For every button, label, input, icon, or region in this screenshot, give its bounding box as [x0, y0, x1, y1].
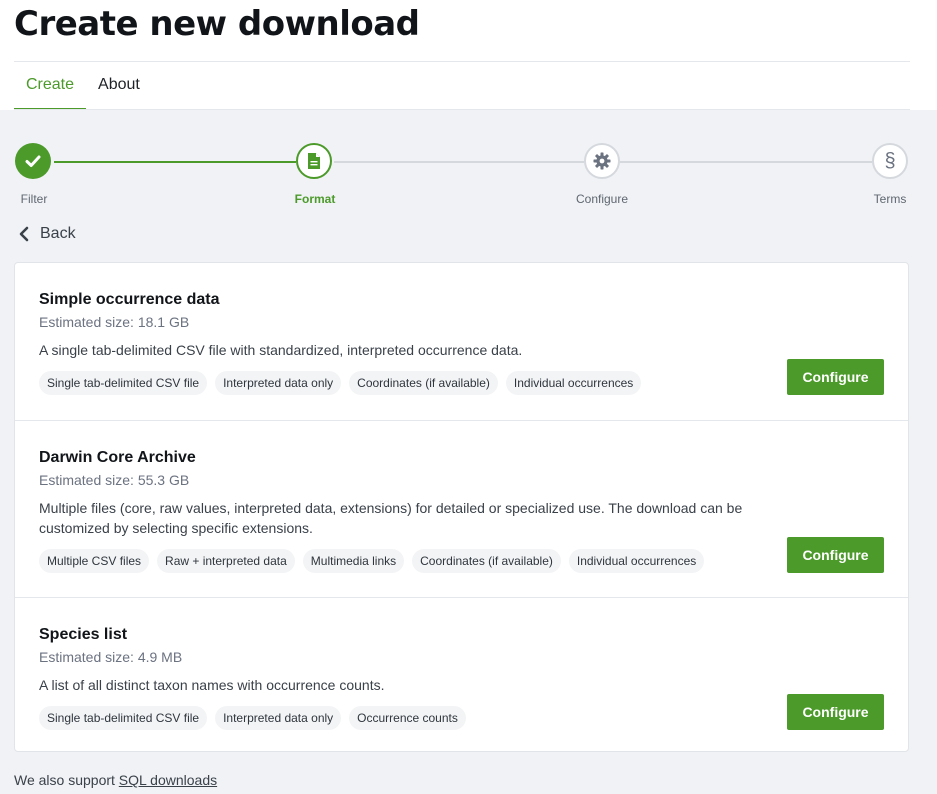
- sql-downloads-link[interactable]: SQL downloads: [119, 772, 217, 788]
- configure-button[interactable]: Configure: [787, 694, 884, 730]
- tag: Individual occurrences: [568, 549, 705, 573]
- gear-icon: [593, 152, 611, 170]
- step-configure[interactable]: [584, 143, 620, 179]
- tag: Interpreted data only: [215, 371, 342, 395]
- format-options-card: Simple occurrence data Estimated size: 1…: [14, 262, 909, 752]
- tag: Individual occurrences: [505, 371, 642, 395]
- step-terms[interactable]: §: [872, 143, 908, 179]
- stepper-line: [334, 161, 584, 163]
- stepper-line: [620, 161, 872, 163]
- format-option-species-list: Species list Estimated size: 4.9 MB A li…: [15, 597, 908, 751]
- tab-bar: Create About: [14, 62, 152, 110]
- option-size: Estimated size: 4.9 MB: [39, 649, 183, 665]
- section-icon: §: [884, 149, 896, 172]
- tab-create[interactable]: Create: [14, 62, 87, 110]
- configure-button[interactable]: Configure: [787, 359, 884, 395]
- tag: Coordinates (if available): [412, 549, 561, 573]
- step-label-configure: Configure: [575, 192, 629, 206]
- step-filter[interactable]: [15, 143, 51, 179]
- option-tags: Single tab-delimited CSV file Interprete…: [39, 371, 642, 395]
- back-label: Back: [40, 225, 76, 242]
- check-icon: [25, 155, 41, 167]
- option-description: Multiple files (core, raw values, interp…: [39, 500, 743, 536]
- document-icon: [308, 153, 320, 169]
- step-label-format: Format: [294, 192, 336, 206]
- tag: Coordinates (if available): [349, 371, 498, 395]
- stepper-line-done: [54, 161, 296, 163]
- content-area: § Filter Format Configure Terms Back Sim…: [0, 110, 937, 794]
- format-option-dwca: Darwin Core Archive Estimated size: 55.3…: [15, 420, 908, 597]
- step-label-filter: Filter: [20, 192, 48, 206]
- tag: Occurrence counts: [349, 706, 466, 730]
- option-tags: Single tab-delimited CSV file Interprete…: [39, 706, 466, 730]
- footer-text: We also support: [14, 772, 119, 788]
- page-header: Create new download Create About: [0, 0, 937, 110]
- option-tags: Multiple CSV files Raw + interpreted dat…: [39, 549, 705, 573]
- tab-about[interactable]: About: [86, 62, 152, 110]
- option-description: A list of all distinct taxon names with …: [39, 677, 385, 693]
- step-label-terms: Terms: [873, 192, 907, 206]
- back-button[interactable]: Back: [18, 225, 76, 243]
- stepper: § Filter Format Configure Terms: [0, 110, 937, 210]
- step-format[interactable]: [296, 143, 332, 179]
- footer-note: We also support SQL downloads: [14, 772, 217, 788]
- tag: Single tab-delimited CSV file: [39, 371, 208, 395]
- tag: Raw + interpreted data: [157, 549, 295, 573]
- option-title: Darwin Core Archive: [39, 449, 196, 466]
- format-option-simple: Simple occurrence data Estimated size: 1…: [15, 263, 908, 420]
- option-title: Species list: [39, 626, 128, 643]
- tag: Multiple CSV files: [39, 549, 150, 573]
- option-description: A single tab-delimited CSV file with sta…: [39, 342, 523, 358]
- option-size: Estimated size: 18.1 GB: [39, 314, 190, 330]
- tag: Single tab-delimited CSV file: [39, 706, 208, 730]
- tag: Interpreted data only: [215, 706, 342, 730]
- page-title: Create new download: [14, 4, 420, 44]
- option-size: Estimated size: 55.3 GB: [39, 472, 190, 488]
- chevron-left-icon: [19, 226, 29, 242]
- configure-button[interactable]: Configure: [787, 537, 884, 573]
- option-title: Simple occurrence data: [39, 291, 220, 308]
- tag: Multimedia links: [302, 549, 405, 573]
